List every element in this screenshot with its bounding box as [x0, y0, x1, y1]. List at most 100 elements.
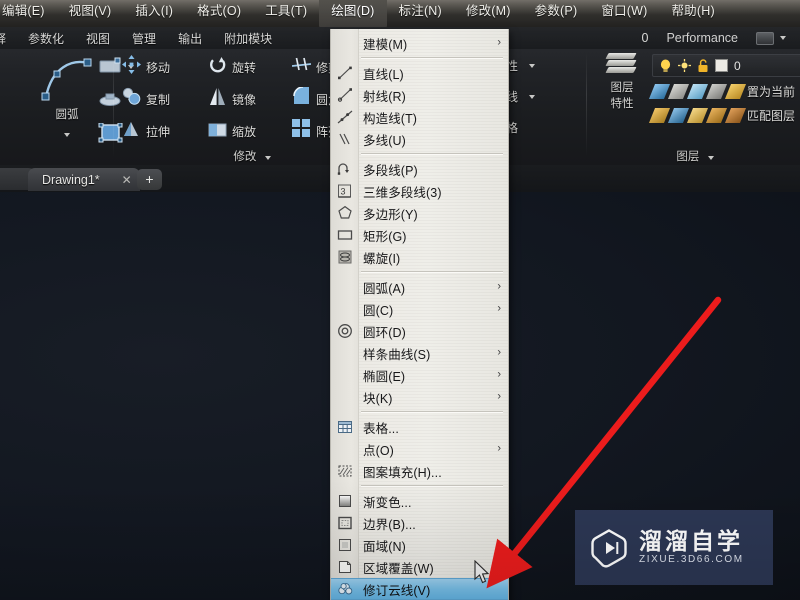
layer-isolate-icon[interactable] — [667, 84, 690, 99]
layer-lock-icon[interactable] — [705, 84, 728, 99]
menu-item-21[interactable]: 面域(N) — [331, 534, 508, 556]
ribbon-tab-2[interactable]: 视图 — [75, 29, 121, 48]
menu-item-12[interactable]: 圆环(D) — [331, 320, 508, 342]
menu-item-8[interactable]: 矩形(G) — [331, 224, 508, 246]
current-layer-bar[interactable]: 0 — [652, 54, 800, 77]
ribbon-tab-5[interactable]: 附加模块 — [213, 29, 283, 48]
modify-button-mirror[interactable]: 镜像 — [208, 87, 256, 111]
modify-button-rotate[interactable]: 旋转 — [208, 55, 256, 79]
lightbulb-icon[interactable] — [659, 59, 672, 73]
layer-freeze-icon[interactable] — [686, 84, 709, 99]
layer-walk-icon[interactable] — [724, 108, 747, 123]
menu-item-20[interactable]: 边界(B)... — [331, 512, 508, 534]
ribbon-tab-3[interactable]: 管理 — [121, 29, 167, 48]
menubar-item-3[interactable]: 格式(O) — [185, 0, 253, 27]
array-icon — [292, 119, 311, 143]
color-swatch-icon[interactable] — [715, 59, 728, 72]
menu-item-18[interactable]: 图案填充(H)... — [331, 460, 508, 482]
mline-icon — [337, 131, 353, 147]
svg-text:3: 3 — [341, 187, 346, 197]
menu-item-3[interactable]: 构造线(T) — [331, 106, 508, 128]
watermark-url: ZIXUE.3D66.COM — [639, 554, 744, 565]
ribbon-tab-1[interactable]: 参数化 — [17, 29, 75, 48]
donut-icon — [337, 323, 353, 339]
menu-item-5[interactable]: 多段线(P) — [331, 158, 508, 180]
menu-item-13[interactable]: 样条曲线(S) › — [331, 342, 508, 364]
menubar-item-10[interactable]: 帮助(H) — [659, 0, 726, 27]
document-tab-drawing1[interactable]: Drawing1* ✕ — [28, 168, 140, 191]
scale-icon — [208, 119, 227, 143]
wipeout-icon — [337, 559, 353, 575]
layer-prev-icon[interactable] — [648, 108, 671, 123]
modify-button-move[interactable]: 移动 — [122, 55, 170, 79]
modify-button-label: 镜像 — [232, 92, 257, 107]
performance-gauge-icon[interactable] — [756, 31, 774, 45]
menu-item-2[interactable]: 射线(R) — [331, 84, 508, 106]
menu-item-9[interactable]: 螺旋(I) — [331, 246, 508, 268]
polyline-icon — [337, 161, 353, 177]
menubar-item-8[interactable]: 参数(P) — [523, 0, 590, 27]
menubar-item-0[interactable]: 编辑(E) — [0, 0, 57, 27]
fillet-icon — [292, 86, 311, 111]
menu-item-10[interactable]: 圆弧(A) › — [331, 276, 508, 298]
modify-button-scale[interactable]: 缩放 — [208, 119, 256, 143]
new-tab-button[interactable]: + — [137, 169, 162, 190]
menu-item-6[interactable]: 3 三维多段线(3) — [331, 180, 508, 202]
menu-item-11[interactable]: 圆(C) › — [331, 298, 508, 320]
layer-make-current-icon[interactable] — [724, 84, 747, 99]
copy-icon — [122, 87, 141, 111]
hatch-icon — [337, 463, 353, 479]
ribbon-tab-4[interactable]: 输出 — [167, 29, 213, 48]
menu-item-15[interactable]: 块(K) › — [331, 386, 508, 408]
arc-caret-icon[interactable] — [64, 133, 70, 137]
menu-item-7[interactable]: 多边形(Y) — [331, 202, 508, 224]
menu-item-0[interactable]: 建模(M) › — [331, 32, 508, 54]
panel-layers-caret-icon[interactable] — [707, 156, 714, 160]
layer-delete-icon[interactable] — [686, 108, 709, 123]
submenu-chevron-right-icon: › — [497, 390, 501, 403]
set-current-layer-button[interactable]: 置为当前 — [648, 83, 795, 100]
menu-item-label: 渐变色... — [363, 495, 412, 510]
layer-change-icon[interactable] — [705, 108, 728, 123]
menubar-item-1[interactable]: 视图(V) — [57, 0, 124, 27]
close-icon[interactable]: ✕ — [122, 173, 132, 187]
menu-item-16[interactable]: 表格... — [331, 416, 508, 438]
menu-item-17[interactable]: 点(O) › — [331, 438, 508, 460]
unlock-icon[interactable] — [697, 58, 709, 73]
performance-caret-icon[interactable] — [780, 36, 786, 40]
sun-icon[interactable] — [678, 59, 691, 72]
menu-item-label: 多段线(P) — [363, 163, 418, 178]
ribbon-tab-0[interactable]: 释 — [0, 29, 17, 48]
menu-item-19[interactable]: 渐变色... — [331, 490, 508, 512]
menubar-item-9[interactable]: 窗口(W) — [589, 0, 659, 27]
submenu-chevron-right-icon: › — [497, 368, 501, 381]
layer-properties-button[interactable]: 图层 特性 — [596, 53, 648, 111]
menu-item-label: 多边形(Y) — [363, 207, 418, 222]
panel-divider-1 — [113, 53, 114, 157]
menu-item-label: 构造线(T) — [363, 111, 418, 126]
modify-button-copy[interactable]: 复制 — [122, 87, 170, 111]
rectangle-icon — [337, 227, 353, 243]
layer-off-icon[interactable] — [648, 84, 671, 99]
menu-item-label: 修订云线(V) — [363, 583, 431, 598]
layer-merge-icon[interactable] — [667, 108, 690, 123]
modify-button-stretch[interactable]: 拉伸 — [122, 119, 170, 143]
menu-item-1[interactable]: 直线(L) — [331, 62, 508, 84]
menubar-item-6[interactable]: 标注(N) — [387, 0, 454, 27]
menu-item-14[interactable]: 椭圆(E) › — [331, 364, 508, 386]
performance-label[interactable]: Performance — [648, 31, 738, 45]
menu-item-4[interactable]: 多线(U) — [331, 128, 508, 150]
revcloud-icon — [337, 581, 353, 597]
menubar-item-5[interactable]: 绘图(D) — [319, 0, 387, 27]
rotate-icon — [208, 55, 227, 79]
annotation-caret-icon-0[interactable] — [529, 63, 536, 68]
panel-modify-caret-icon[interactable] — [264, 156, 271, 160]
panel-layers: 图层 特性 0 置为当前 匹配图层 图层 — [590, 49, 800, 165]
menubar-item-7[interactable]: 修改(M) — [454, 0, 523, 27]
arc-tool-button[interactable]: 圆弧 — [38, 55, 96, 142]
annotation-caret-icon-1[interactable] — [529, 94, 536, 99]
menubar-item-2[interactable]: 插入(I) — [123, 0, 185, 27]
layers-icon — [605, 53, 637, 77]
match-layer-button[interactable]: 匹配图层 — [648, 107, 795, 124]
menubar-item-4[interactable]: 工具(T) — [253, 0, 319, 27]
